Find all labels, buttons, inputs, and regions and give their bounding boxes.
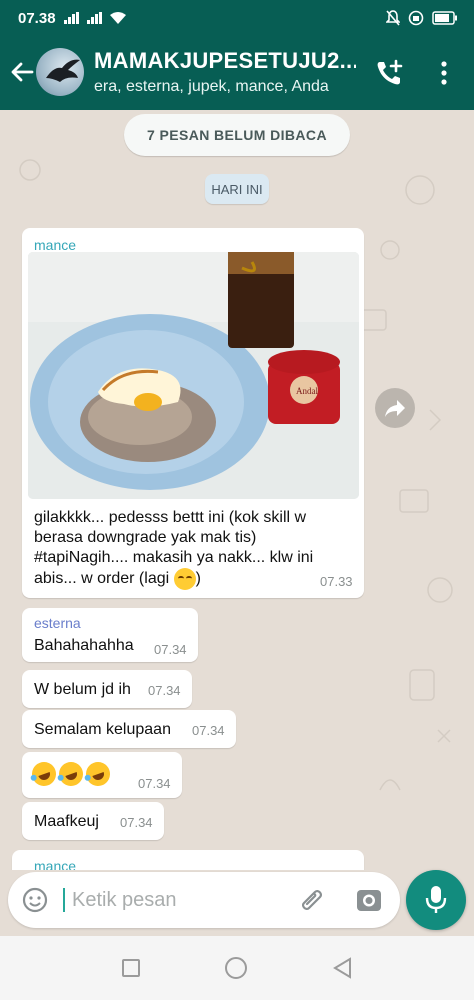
message-time: 07.34 <box>192 723 225 738</box>
status-bar: 07.38 <box>0 0 474 36</box>
home-nav-icon[interactable] <box>224 957 247 979</box>
paperclip-icon[interactable] <box>298 886 326 914</box>
message-input[interactable] <box>72 882 292 918</box>
message-list[interactable]: 7 PESAN BELUM DIBACA HARI INI mance Anda… <box>0 110 474 870</box>
message-sender[interactable]: mance <box>34 858 76 870</box>
forward-arrow-icon <box>385 400 405 417</box>
status-time: 07.38 <box>18 9 56 27</box>
rolling-laughing-emoji-icon <box>28 758 60 790</box>
rolling-laughing-emoji-icon <box>55 758 87 790</box>
message-bubble[interactable]: Maafkeuj 07.34 <box>22 802 164 840</box>
signal-icon-2 <box>86 12 102 24</box>
system-navigation-bar <box>0 936 474 1000</box>
text-cursor <box>63 888 65 912</box>
mute-bell-icon <box>386 10 400 26</box>
wifi-icon <box>109 12 126 24</box>
message-emojis <box>28 758 114 790</box>
battery-icon <box>432 11 457 25</box>
rolling-laughing-emoji-icon <box>82 758 114 790</box>
message-bubble[interactable]: W belum jd ih 07.34 <box>22 670 192 708</box>
recents-nav-icon[interactable] <box>122 959 141 977</box>
message-bubble-image[interactable]: mance Andal gilakkkk... pedesss bettt in… <box>22 228 364 598</box>
message-time: 07.34 <box>154 642 187 657</box>
svg-text:Andal: Andal <box>296 386 318 396</box>
food-photo[interactable]: Andal <box>28 252 359 499</box>
message-time: 07.34 <box>138 776 171 791</box>
message-text-suffix: ) <box>195 570 201 588</box>
message-sender[interactable]: mance <box>34 237 76 253</box>
data-saver-icon <box>408 10 424 26</box>
group-participants[interactable]: era, esterna, jupek, mance, Anda <box>94 78 329 96</box>
message-bubble[interactable]: esterna Bahahahahha 07.34 <box>22 608 198 662</box>
camera-icon[interactable] <box>356 887 382 913</box>
message-bubble[interactable]: Semalam kelupaan 07.34 <box>22 710 236 748</box>
back-nav-icon[interactable] <box>332 957 352 979</box>
forward-button[interactable] <box>375 388 415 428</box>
chat-header: MAMAKJUPESETUJU2... era, esterna, jupek,… <box>0 36 474 110</box>
message-text: gilakkkk... pedesss bettt ini (kok skill… <box>34 508 354 590</box>
message-text: Maafkeuj <box>34 813 99 830</box>
message-time: 07.34 <box>120 815 153 830</box>
group-title[interactable]: MAMAKJUPESETUJU2... <box>94 48 356 74</box>
message-text: W belum jd ih <box>34 681 131 698</box>
message-time: 07.33 <box>320 574 353 589</box>
back-arrow-icon[interactable] <box>8 58 36 86</box>
more-menu-icon[interactable] <box>436 60 452 86</box>
unread-messages-banner: 7 PESAN BELUM DIBACA <box>124 114 350 156</box>
message-text: Bahahahahha <box>34 637 134 654</box>
emoji-picker-icon[interactable] <box>22 887 48 913</box>
microphone-icon <box>425 886 447 913</box>
message-sender[interactable]: esterna <box>34 615 81 631</box>
add-call-icon[interactable] <box>374 58 404 88</box>
message-time: 07.34 <box>148 683 181 698</box>
smirk-emoji-icon <box>173 568 196 590</box>
date-divider: HARI INI <box>205 174 269 204</box>
message-bubble-partial[interactable]: mance <box>12 850 364 870</box>
message-bubble-emoji[interactable]: 07.34 <box>22 752 182 798</box>
signal-icon <box>63 12 79 24</box>
message-composer <box>8 872 400 928</box>
message-text: Semalam kelupaan <box>34 721 171 738</box>
voice-record-button[interactable] <box>406 870 466 930</box>
group-avatar[interactable] <box>36 48 84 96</box>
